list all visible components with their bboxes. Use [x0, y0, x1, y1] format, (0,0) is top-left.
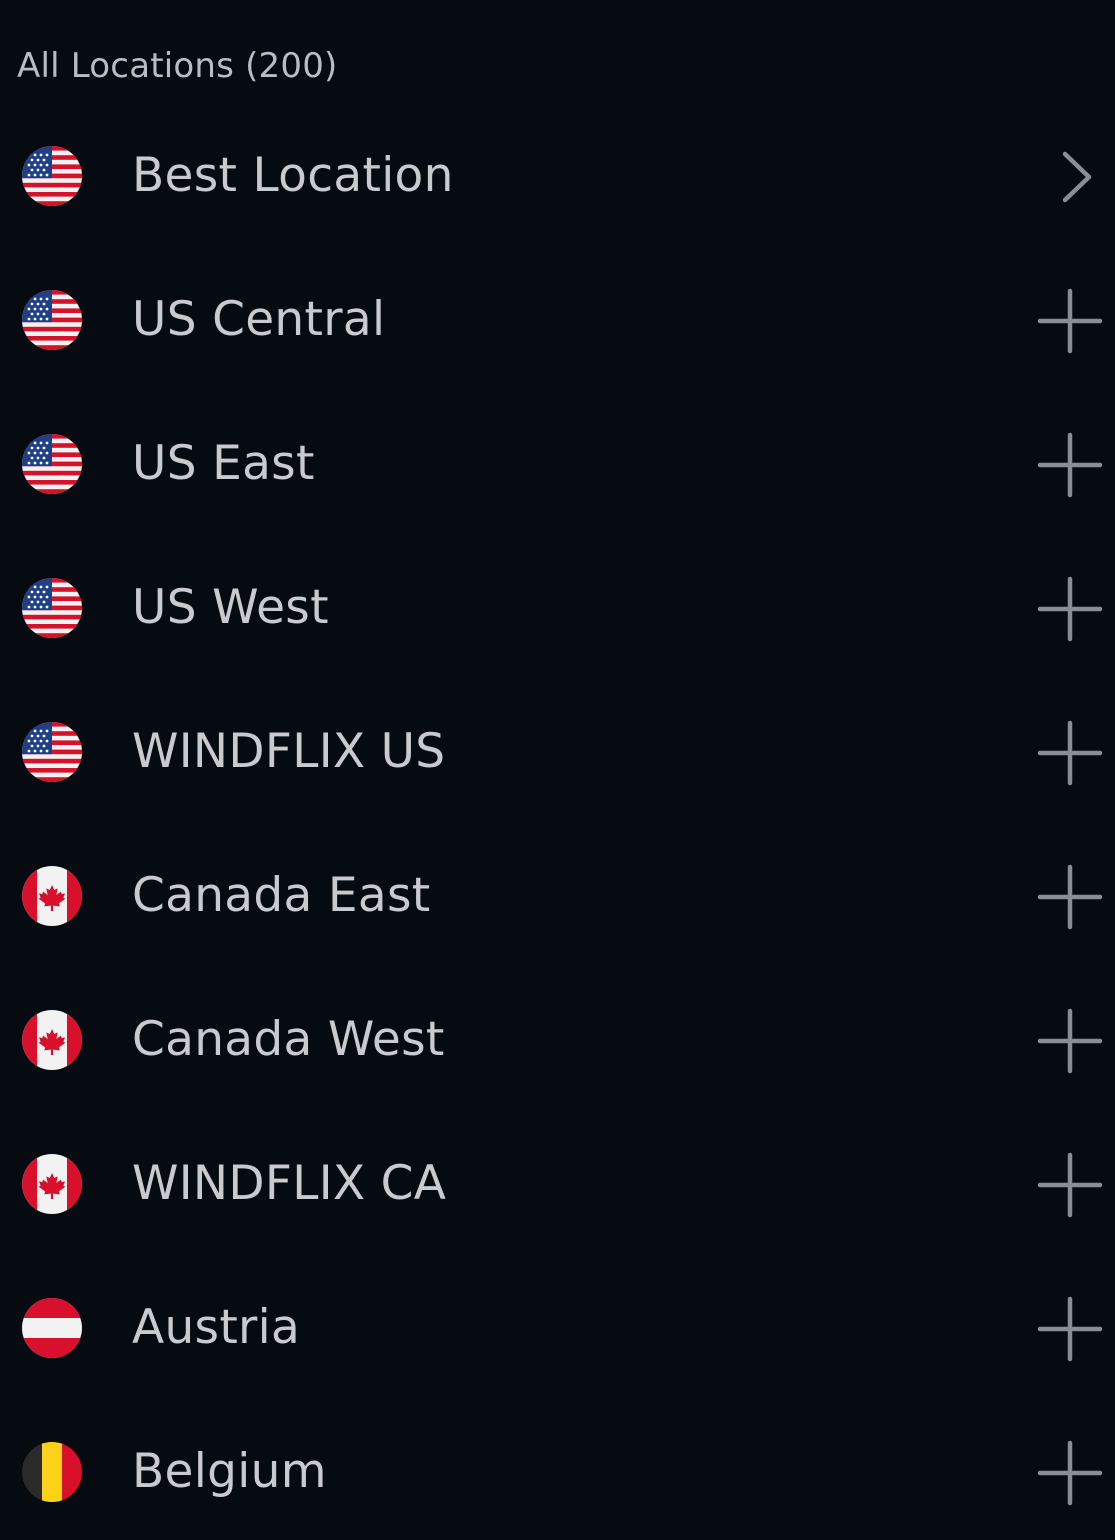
location-row-windflix-us[interactable]: WINDFLIX US	[0, 680, 1115, 824]
location-row-canada-west[interactable]: Canada West	[0, 968, 1115, 1112]
us-flag-icon	[22, 722, 82, 782]
plus-icon[interactable]	[1037, 864, 1103, 930]
location-label: Canada West	[132, 1012, 445, 1067]
location-label: Belgium	[132, 1444, 327, 1499]
location-row-best-location[interactable]: Best Location	[0, 104, 1115, 248]
location-row-us-central[interactable]: US Central	[0, 248, 1115, 392]
plus-icon[interactable]	[1037, 576, 1103, 642]
locations-list: Best Location US Central US East US West…	[0, 104, 1115, 1540]
location-label: Canada East	[132, 868, 431, 923]
plus-icon[interactable]	[1037, 288, 1103, 354]
location-row-us-west[interactable]: US West	[0, 536, 1115, 680]
canada-flag-icon	[22, 866, 82, 926]
location-row-belgium[interactable]: Belgium	[0, 1400, 1115, 1540]
plus-icon[interactable]	[1037, 1296, 1103, 1362]
locations-screen: All Locations (200) Best Location US Cen…	[0, 0, 1115, 1540]
location-label: Best Location	[132, 148, 454, 203]
us-flag-icon	[22, 290, 82, 350]
plus-icon[interactable]	[1037, 1152, 1103, 1218]
plus-icon[interactable]	[1037, 1440, 1103, 1506]
us-flag-icon	[22, 434, 82, 494]
plus-icon[interactable]	[1037, 432, 1103, 498]
austria-flag-icon	[22, 1298, 82, 1358]
location-row-austria[interactable]: Austria	[0, 1256, 1115, 1400]
location-label: US West	[132, 580, 329, 635]
location-row-us-east[interactable]: US East	[0, 392, 1115, 536]
plus-icon[interactable]	[1037, 720, 1103, 786]
location-label: US East	[132, 436, 315, 491]
chevron-right-icon[interactable]	[1037, 144, 1103, 210]
section-header-all-locations: All Locations (200)	[17, 46, 338, 86]
canada-flag-icon	[22, 1154, 82, 1214]
location-row-windflix-ca[interactable]: WINDFLIX CA	[0, 1112, 1115, 1256]
us-flag-icon	[22, 146, 82, 206]
belgium-flag-icon	[22, 1442, 82, 1502]
canada-flag-icon	[22, 1010, 82, 1070]
location-label: Austria	[132, 1300, 301, 1355]
location-label: US Central	[132, 292, 386, 347]
us-flag-icon	[22, 578, 82, 638]
location-label: WINDFLIX US	[132, 724, 446, 779]
location-label: WINDFLIX CA	[132, 1156, 447, 1211]
location-row-canada-east[interactable]: Canada East	[0, 824, 1115, 968]
plus-icon[interactable]	[1037, 1008, 1103, 1074]
